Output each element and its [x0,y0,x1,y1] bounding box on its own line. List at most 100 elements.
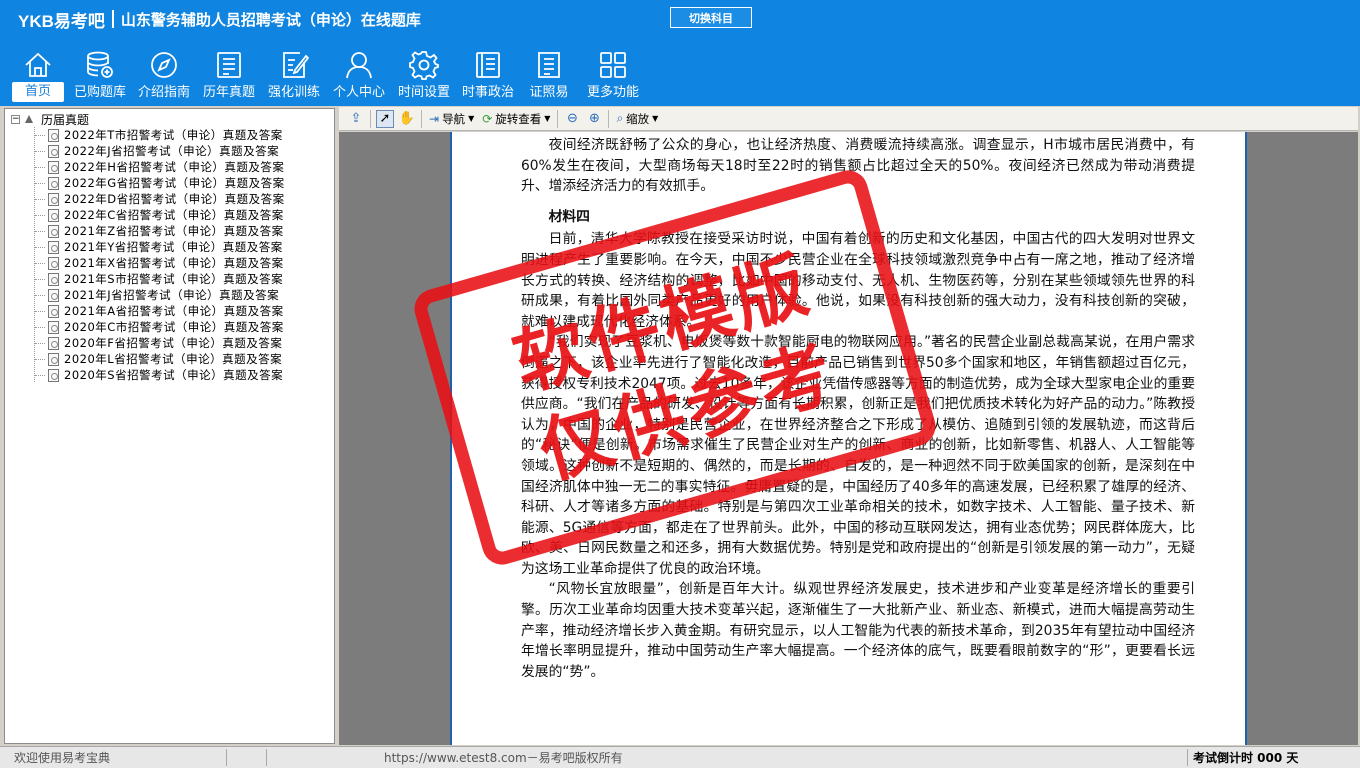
paper-tree-panel: − 历届真题 2022年T市招警考试（申论）真题及答案 2022年J省招警考试（申… [4,108,335,744]
status-divider [1187,749,1188,766]
tree-item-label: 2021年J省招警考试（申论）真题及答案 [64,288,280,302]
tree-item-label: 2020年L省招警考试（申论）真题及答案 [64,352,283,366]
home-icon [25,52,51,77]
document-icon [48,144,59,158]
switch-subject-button[interactable]: 切换科目 [670,7,752,28]
tree-item[interactable]: 2021年Y省招警考试（申论）真题及答案 [35,239,285,255]
tree-item-label: 2022年T市招警考试（申论）真题及答案 [64,128,283,142]
tree-connector [35,310,45,312]
viewer-toolbar: ⇪ ➚ ✋ ⇥ 导航 ▼ ⟳ 旋转查看 ▼ ⊖ ⊕ ⌕ 缩放 ▼ [339,107,1358,131]
tree-item[interactable]: 2021年S市招警考试（申论）真题及答案 [35,271,285,287]
nav-purchased[interactable]: 已购题库 [68,46,132,104]
paragraph: 夜间经济既舒畅了公众的身心，也让经济热度、消费暖流持续高涨。调查显示，H市城市居… [521,137,1195,195]
nav-more[interactable]: 更多功能 [578,46,648,104]
nav-past-papers[interactable]: 历年真题 [196,46,262,104]
nav-home[interactable]: 首页 [8,46,68,104]
tree-item[interactable]: 2022年C省招警考试（申论）真题及答案 [35,207,285,223]
document-icon [48,288,59,302]
tree-item[interactable]: 2021年Z省招警考试（申论）真题及答案 [35,223,285,239]
nav-label: 介绍指南 [137,85,190,100]
zoom-out-icon[interactable]: ⊖ [563,110,581,128]
tree-item[interactable]: 2020年F省招警考试（申论）真题及答案 [35,335,285,351]
edit-icon [283,52,309,78]
tree-item[interactable]: 2022年G省招警考试（申论）真题及答案 [35,175,285,191]
document-icon [48,256,59,270]
app-brand: YKB易考吧 山东警务辅助人员招聘考试（申论）在线题库 [18,8,421,31]
user-icon [346,52,372,79]
tree-item[interactable]: 2020年S省招警考试（申论）真题及答案 [35,367,285,383]
zoom-in-icon[interactable]: ⊕ [585,110,603,128]
tree-connector [35,342,45,344]
nav-training[interactable]: 强化训练 [262,46,326,104]
tree-item-label: 2022年G省招警考试（申论）真题及答案 [64,176,285,190]
gear-icon [409,51,439,80]
nav-profile[interactable]: 个人中心 [326,46,392,104]
tree-item[interactable]: 2022年T市招警考试（申论）真题及答案 [35,127,285,143]
document-icon [48,272,59,286]
rotate-view-button[interactable]: ⟳ 旋转查看 ▼ [482,111,550,127]
toolbar-divider [557,109,559,128]
tree-connector [35,326,45,328]
nav-label: 更多功能 [586,85,639,100]
tree-item[interactable]: 2021年X省招警考试（申论）真题及答案 [35,255,285,271]
tree-item-label: 2022年H省招警考试（申论）真题及答案 [64,160,285,174]
app-logo: YKB易考吧 [18,11,105,31]
tree-root[interactable]: − 历届真题 [11,111,89,127]
navigate-label: 导航 [442,111,466,126]
hand-tool-icon[interactable]: ✋ [398,110,416,128]
document-icon [48,240,59,254]
tree-item-label: 2021年Y省招警考试（申论）真题及答案 [64,240,283,254]
tree-item[interactable]: 2020年C市招警考试（申论）真题及答案 [35,319,285,335]
nav-label: 历年真题 [202,85,255,100]
tree-item[interactable]: 2022年J省招警考试（申论）真题及答案 [35,143,285,159]
nav-label: 时事政治 [461,85,514,100]
document-icon [48,224,59,238]
tree-item-label: 2020年S省招警考试（申论）真题及答案 [64,368,284,382]
tree-item-label: 2021年X省招警考试（申论）真题及答案 [64,256,284,270]
database-icon [87,51,113,78]
tree-connector [35,358,45,360]
nav-label: 证照易 [529,85,569,100]
zoom-menu-button[interactable]: ⌕ 缩放 ▼ [616,111,658,127]
toolbar-divider [370,109,371,128]
document-icon [48,368,59,382]
paragraph: 日前，清华大学陈教授在接受采访时说，中国有着创新的历史和文化基因，中国古代的四大… [521,231,1195,330]
tree-item[interactable]: 2022年D省招警考试（申论）真题及答案 [35,191,285,207]
zoom-label: 缩放 [626,111,650,126]
status-divider [266,749,267,766]
status-divider [226,749,227,766]
nav-certificate[interactable]: 证照易 [520,46,578,104]
toolbar-divider [608,109,610,128]
tree-item[interactable]: 2021年J省招警考试（申论）真题及答案 [35,287,285,303]
select-cursor-icon[interactable]: ➚ [376,109,394,128]
document-icon [48,304,59,318]
export-icon[interactable]: ⇪ [347,110,365,128]
tree-item[interactable]: 2021年A省招警考试（申论）真题及答案 [35,303,285,319]
page-content: 夜间经济既舒畅了公众的身心，也让经济热度、消费暖流持续高涨。调查显示，H市城市居… [521,135,1195,682]
rotate-label: 旋转查看 [495,111,542,126]
tree-item[interactable]: 2022年H省招警考试（申论）真题及答案 [35,159,285,175]
nav-current-affairs[interactable]: 时事政治 [456,46,520,104]
nav-time-settings[interactable]: 时间设置 [392,46,456,104]
nav-guide[interactable]: 介绍指南 [132,46,196,104]
tree-connector [35,198,45,200]
tree-item-label: 2020年C市招警考试（申论）真题及答案 [64,320,284,334]
main-nav: 首页 已购题库 介绍指南 历年真题 强化训练 个人中心 时间设置 时事政治 证照… [8,46,648,104]
navigate-menu-button[interactable]: ⇥ 导航 ▼ [429,111,474,127]
nav-label: 时间设置 [397,85,450,100]
document-icon [48,160,59,174]
document-icon [538,52,560,78]
document-viewer[interactable]: 夜间经济既舒畅了公众的身心，也让经济热度、消费暖流持续高涨。调查显示，H市城市居… [339,132,1358,745]
tree-items: 2022年T市招警考试（申论）真题及答案 2022年J省招警考试（申论）真题及答案… [35,127,285,383]
tree-item-label: 2021年S市招警考试（申论）真题及答案 [64,272,284,286]
document-icon [48,176,59,190]
tree-item[interactable]: 2020年L省招警考试（申论）真题及答案 [35,351,285,367]
document-icon [48,192,59,206]
tree-connector [35,294,45,296]
toolbar-divider [421,109,422,128]
tree-connector [35,278,45,280]
chevron-down-icon: ▼ [468,114,475,123]
collapse-toggle-icon[interactable]: − [11,114,20,124]
grid-icon [600,52,626,78]
nav-label: 强化训练 [267,85,320,100]
